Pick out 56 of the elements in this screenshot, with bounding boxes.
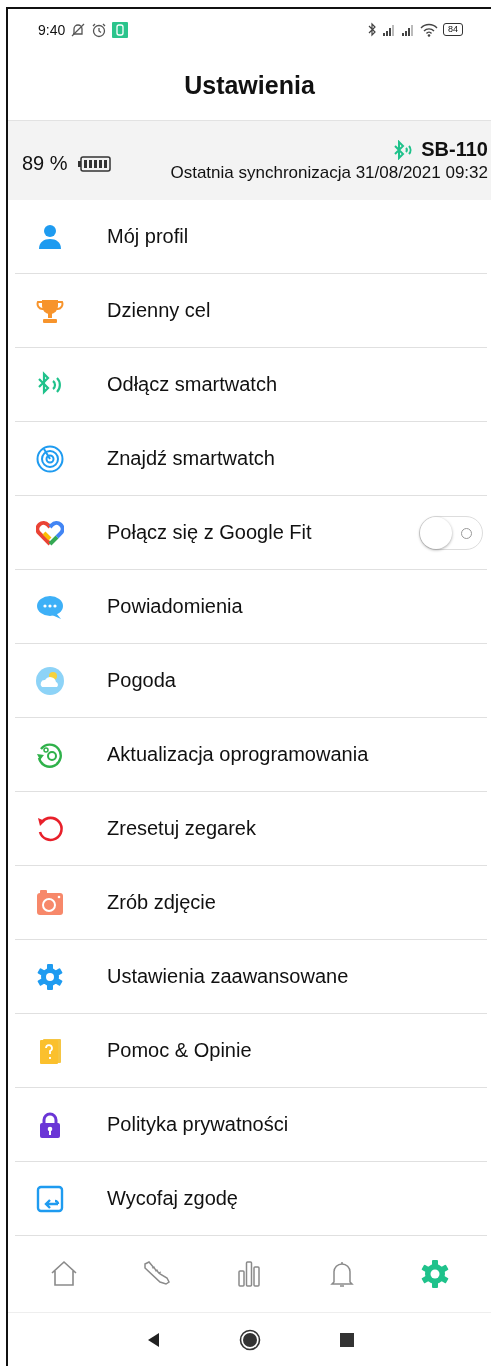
row-label: Pogoda	[107, 669, 177, 692]
settings-icon	[36, 962, 64, 991]
settings-row[interactable]: Mój profil	[15, 200, 487, 274]
settings-row[interactable]: Aktualizacja oprogramowania	[15, 718, 487, 792]
toggle-switch[interactable]	[419, 515, 483, 550]
battery-indicator: 84	[443, 23, 463, 36]
row-label: Zrób zdjęcie	[107, 891, 217, 914]
gear-refresh-icon	[36, 740, 64, 769]
wifi-icon	[420, 22, 438, 37]
weather-icon	[36, 666, 64, 695]
settings-row[interactable]: Ustawienia zaawansowane	[15, 940, 487, 1014]
row-label: Odłącz smartwatch	[107, 373, 279, 396]
person-icon	[36, 222, 64, 251]
settings-row[interactable]: Zresetuj zegarek	[15, 792, 487, 866]
bluetooth-icon	[367, 22, 377, 37]
battery-percentage: 89 %	[22, 152, 68, 175]
device-name: SB-110	[421, 138, 488, 161]
row-label: Zresetuj zegarek	[107, 817, 257, 840]
settings-row[interactable]: Odłącz smartwatch	[15, 348, 487, 422]
last-sync-text: Ostatnia synchronizacja 31/08/2021 09:32	[170, 163, 488, 183]
row-label: Znajdź smartwatch	[107, 447, 276, 470]
app-notification-icon	[112, 21, 129, 38]
signal-icon	[401, 22, 415, 37]
row-label: Aktualizacja oprogramowania	[107, 743, 370, 766]
page-title: Ustawienia	[184, 70, 315, 100]
muted-bell-icon	[70, 21, 87, 38]
row-label: Dzienny cel	[107, 299, 212, 322]
alarm-icon	[91, 21, 108, 38]
settings-row[interactable]: Pogoda	[15, 644, 487, 718]
heart-icon	[36, 518, 64, 547]
row-label: Powiadomienia	[107, 595, 244, 618]
bluetooth-connected-icon	[391, 139, 414, 160]
home-button-icon[interactable]	[238, 1328, 261, 1351]
settings-row[interactable]: Zrób zdjęcie	[15, 866, 487, 940]
row-label: Ustawienia zaawansowane	[107, 965, 350, 988]
camera-icon	[36, 888, 64, 917]
sign-out-icon	[36, 1184, 64, 1213]
battery-icon	[77, 155, 112, 172]
row-label: Polityka prywatności	[107, 1113, 290, 1136]
settings-row[interactable]: Dzienny cel	[15, 274, 487, 348]
settings-row[interactable]: Polityka prywatności	[15, 1088, 487, 1162]
settings-row[interactable]: Połącz się z Google Fit	[15, 496, 487, 570]
settings-row[interactable]: Powiadomienia	[15, 570, 487, 644]
signal-icon	[382, 22, 396, 37]
row-label: Mój profil	[107, 225, 190, 248]
radar-icon	[36, 444, 64, 473]
recents-icon[interactable]	[338, 1331, 355, 1348]
row-label: Połącz się z Google Fit	[107, 521, 313, 544]
row-label: Pomoc & Opinie	[107, 1039, 253, 1062]
status-time: 9:40	[38, 21, 66, 38]
settings-icon	[419, 1259, 450, 1289]
settings-row[interactable]: Znajdź smartwatch	[15, 422, 487, 496]
settings-row[interactable]: Pomoc & Opinie	[15, 1014, 487, 1088]
settings-row[interactable]: Wycofaj zgodę	[15, 1162, 487, 1236]
row-label: Wycofaj zgodę	[107, 1187, 239, 1210]
circular-arrow-icon	[36, 814, 64, 843]
